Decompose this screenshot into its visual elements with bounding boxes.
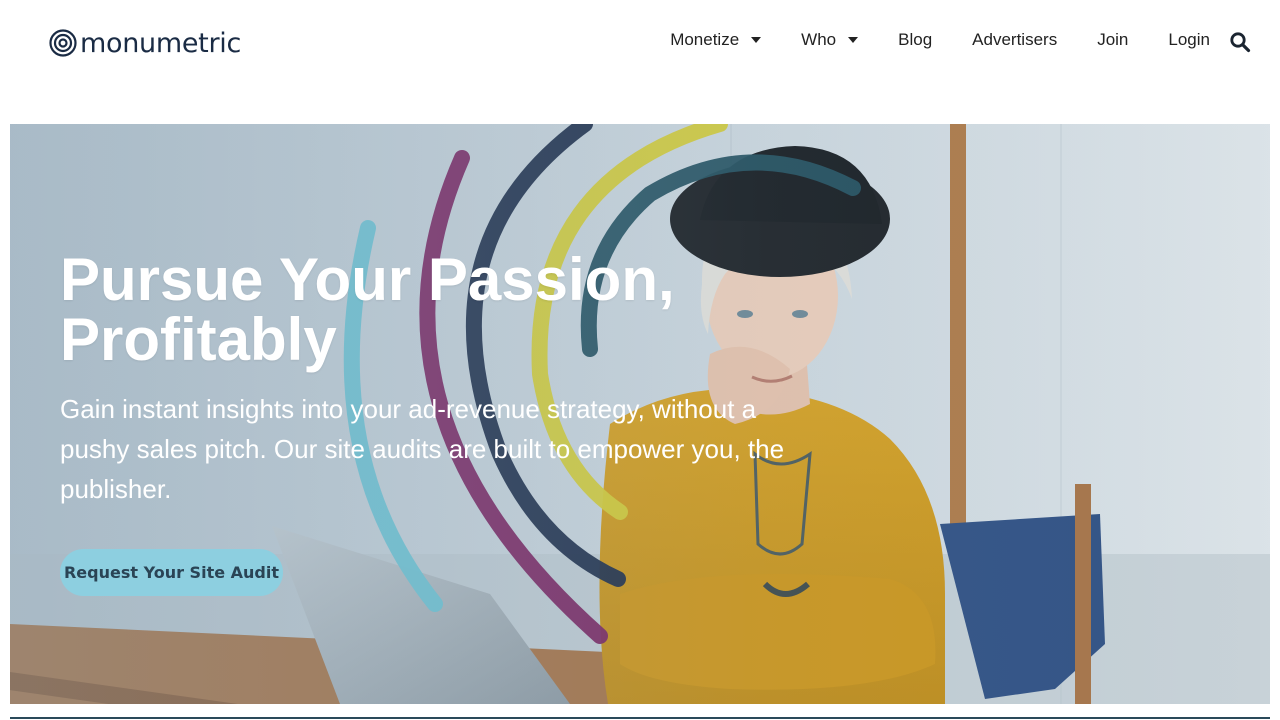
logo-concentric-circles-icon <box>49 29 77 57</box>
brand-name: monumetric <box>80 27 241 59</box>
nav-item-blog[interactable]: Blog <box>898 30 932 50</box>
hero-title: Pursue Your Passion, Profitably <box>60 246 675 373</box>
nav-item-who[interactable]: Who <box>801 30 859 50</box>
site-header: monumetric Monetize Who Blog Advertisers… <box>0 0 1280 90</box>
caret-down-icon <box>848 37 859 43</box>
nav-item-label: Login <box>1168 30 1210 49</box>
search-icon[interactable] <box>1229 31 1251 53</box>
hero-banner: Pursue Your Passion, Profitably Gain ins… <box>10 124 1270 704</box>
brand-logo[interactable]: monumetric <box>49 27 241 59</box>
nav-item-join[interactable]: Join <box>1097 30 1128 50</box>
nav-item-label: Blog <box>898 30 933 49</box>
request-site-audit-button[interactable]: Request Your Site Audit <box>60 549 283 596</box>
nav-item-label: Advertisers <box>972 30 1058 49</box>
nav-item-advertisers[interactable]: Advertisers <box>972 30 1057 50</box>
section-divider <box>10 717 1270 719</box>
hero-subtitle: Gain instant insights into your ad-reven… <box>60 394 785 504</box>
caret-down-icon <box>751 37 762 43</box>
nav-item-login[interactable]: Login <box>1168 30 1210 50</box>
nav-item-label: Who <box>801 30 837 49</box>
main-nav: Monetize Who Blog Advertisers Join Login <box>670 28 1210 52</box>
nav-item-monetize[interactable]: Monetize <box>670 30 762 50</box>
nav-item-label: Monetize <box>670 30 740 49</box>
nav-item-label: Join <box>1097 30 1129 49</box>
